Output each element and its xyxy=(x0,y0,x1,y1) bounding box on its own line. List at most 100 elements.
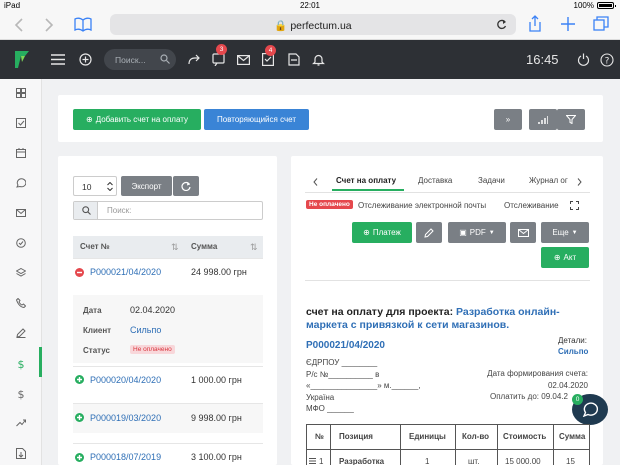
file-import-icon xyxy=(16,448,26,459)
sidebar-item-reports[interactable] xyxy=(0,409,42,439)
project-link-line1[interactable]: Разработка онлайн- xyxy=(456,306,560,318)
sidebar-item-import[interactable] xyxy=(0,439,42,465)
sidebar-item-calendar[interactable] xyxy=(0,139,42,169)
pdf-dropdown[interactable]: ▣ PDF ▼ xyxy=(448,222,506,243)
tab-active-underline xyxy=(332,189,404,191)
export-button[interactable]: Экспорт xyxy=(121,176,172,196)
email-tracking-toggle[interactable]: Отслеживание электронной почты xyxy=(358,201,486,210)
detail-date-value: 02.04.2020 xyxy=(130,305,176,315)
invoice-number-link[interactable]: P000021/04/2020 xyxy=(90,267,161,277)
refresh-button[interactable] xyxy=(173,176,199,196)
details-client-link[interactable]: Сильпо xyxy=(558,347,588,356)
tab-delivery[interactable]: Доставка xyxy=(418,176,452,185)
fullscreen-icon[interactable] xyxy=(570,201,579,210)
bell-icon[interactable] xyxy=(312,53,325,66)
forward-arrow-icon[interactable] xyxy=(188,54,201,65)
recurring-invoice-button[interactable]: Повторяющийся счет xyxy=(204,109,309,130)
invoice-number-link[interactable]: P000019/03/2020 xyxy=(90,413,161,423)
bar-chart-icon xyxy=(538,115,548,124)
address-bar[interactable]: 🔒 perfectum.ua xyxy=(110,14,516,35)
back-icon[interactable] xyxy=(14,18,24,32)
sort-icon[interactable]: ⇅ xyxy=(171,242,179,253)
row-sum: 15 xyxy=(566,457,575,465)
forward-icon[interactable] xyxy=(44,18,54,32)
chat-badge: 0 xyxy=(572,394,583,405)
expand-icon[interactable] xyxy=(75,375,84,384)
tab-invoice[interactable]: Счет на оплату xyxy=(336,176,396,185)
mail-icon[interactable] xyxy=(237,55,250,65)
check-circle-icon xyxy=(16,238,26,248)
tracking-toggle[interactable]: Отслеживание xyxy=(504,201,559,210)
expand-button[interactable]: » xyxy=(494,109,522,130)
sidebar-item-dashboard[interactable] xyxy=(0,79,42,109)
tab-scroll-right-icon[interactable] xyxy=(577,178,582,186)
more-dropdown[interactable]: Еще ▼ xyxy=(541,222,589,243)
sidebar-item-edit[interactable] xyxy=(0,319,42,349)
sidebar-item-tasks[interactable] xyxy=(0,109,42,139)
sidebar-item-layers[interactable] xyxy=(0,259,42,289)
row-num: 1 xyxy=(319,457,324,465)
sort-icon[interactable]: ⇅ xyxy=(250,242,258,253)
stats-button[interactable] xyxy=(529,109,557,130)
documents-button[interactable]: 4 xyxy=(262,45,276,67)
tabs-icon[interactable] xyxy=(593,16,609,32)
filter-button[interactable] xyxy=(557,109,585,130)
date-created-value: 02.04.2020 xyxy=(547,380,588,390)
search-addon xyxy=(74,202,98,219)
tab-journal[interactable]: Журнал ог xyxy=(529,176,574,185)
invoice-number-link[interactable]: P000020/04/2020 xyxy=(90,375,161,385)
documents-badge: 4 xyxy=(265,45,276,56)
new-tab-icon[interactable] xyxy=(561,17,575,31)
menu-icon[interactable] xyxy=(51,54,65,65)
expand-icon[interactable] xyxy=(75,453,84,462)
phone-icon xyxy=(16,298,26,308)
tab-tasks[interactable]: Задачи xyxy=(478,176,505,185)
collapse-icon[interactable] xyxy=(75,268,84,277)
sidebar-item-invoices[interactable]: $ xyxy=(0,349,42,379)
table-row[interactable]: P000019/03/2020 9 998.00 грн xyxy=(73,403,263,433)
power-icon[interactable] xyxy=(577,53,590,66)
edit-button[interactable] xyxy=(416,222,442,243)
lock-icon: 🔒 xyxy=(274,20,288,32)
help-icon[interactable]: ? xyxy=(600,53,614,67)
drag-handle-icon[interactable] xyxy=(309,458,316,464)
act-button[interactable]: ⊕ Акт xyxy=(541,247,589,268)
calendar-icon xyxy=(16,148,26,158)
add-invoice-button[interactable]: ⊕ Добавить счет на оплату xyxy=(73,109,201,130)
share-icon[interactable] xyxy=(528,15,542,33)
table-row[interactable]: P000020/04/2020 1 000.00 грн xyxy=(73,366,263,394)
global-search-input[interactable]: Поиск... xyxy=(104,49,176,70)
table-row[interactable]: P000018/07/2019 3 100.00 грн xyxy=(73,443,263,465)
req-account: Р/с №__________ в xyxy=(306,369,380,379)
detail-date-label: Дата xyxy=(83,306,102,315)
bookmarks-icon[interactable] xyxy=(74,17,92,32)
detail-client-link[interactable]: Сильпо xyxy=(130,325,161,335)
list-table-header: Счет № ⇅ Сумма ⇅ xyxy=(73,236,263,258)
project-link-line2[interactable]: маркета с привязкой к сети магазинов. xyxy=(306,319,509,331)
sidebar-item-mail[interactable] xyxy=(0,199,42,229)
add-circle-icon[interactable] xyxy=(79,53,92,66)
table-row[interactable]: P000021/04/2020 24 998.00 грн xyxy=(73,258,263,288)
perfectum-logo-icon[interactable] xyxy=(14,50,30,69)
send-email-button[interactable] xyxy=(510,222,536,243)
sidebar-item-calls[interactable] xyxy=(0,289,42,319)
tab-scroll-left-icon[interactable] xyxy=(313,178,318,186)
invoice-details-block: Дата 02.04.2020 Клиент Сильпо Статус Не … xyxy=(73,295,263,363)
col-sum[interactable]: Сумма xyxy=(191,242,217,251)
reload-icon[interactable] xyxy=(496,19,507,30)
invoice-number-link[interactable]: P000018/07/2019 xyxy=(90,452,161,462)
page-size-select[interactable]: 10 xyxy=(73,176,117,196)
chat-widget-button[interactable]: 0 xyxy=(572,394,608,425)
list-search-input[interactable]: Поиск: xyxy=(73,201,263,220)
tasks-button[interactable]: 3 xyxy=(212,44,227,67)
file-icon[interactable] xyxy=(288,53,300,66)
col-number[interactable]: Счет № xyxy=(80,242,110,251)
payment-button[interactable]: ⊕ Платеж xyxy=(352,222,412,243)
sidebar-item-approvals[interactable] xyxy=(0,229,42,259)
sidebar-item-payments[interactable]: $ xyxy=(0,379,42,409)
expand-icon[interactable] xyxy=(75,413,84,422)
dollar-icon: $ xyxy=(18,388,25,400)
system-time: 22:01 xyxy=(299,1,321,10)
sidebar-item-chat[interactable] xyxy=(0,169,42,199)
trend-up-icon xyxy=(16,419,26,427)
